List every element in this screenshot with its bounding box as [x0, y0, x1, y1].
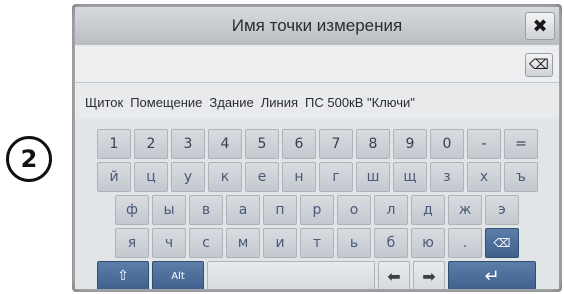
key-letter[interactable]: е — [245, 162, 279, 192]
name-input[interactable] — [81, 53, 519, 77]
key-3[interactable]: 3 — [171, 129, 205, 159]
key-letter[interactable]: ц — [134, 162, 168, 192]
on-screen-keyboard: 1 2 3 4 5 6 7 8 9 0 - = й ц у к е н г ш … — [75, 119, 559, 289]
key-letter[interactable]: щ — [393, 162, 427, 192]
key-letter[interactable]: х — [467, 162, 501, 192]
key-letter[interactable]: ь — [337, 228, 371, 258]
keyboard-row-2: ф ы в а п р о л д ж э — [115, 195, 519, 225]
suggestion-item[interactable]: Линия — [261, 95, 298, 110]
key-letter[interactable]: о — [337, 195, 371, 225]
key-0[interactable]: 0 — [430, 129, 464, 159]
key-8[interactable]: 8 — [356, 129, 390, 159]
key-letter[interactable]: ш — [356, 162, 390, 192]
shift-key[interactable]: ⇧ — [97, 261, 149, 289]
key-1[interactable]: 1 — [97, 129, 131, 159]
clear-input-button[interactable]: ⌫ — [525, 53, 553, 77]
key-letter[interactable]: ъ — [504, 162, 538, 192]
suggestion-item[interactable]: ПС 500кВ "Ключи" — [305, 95, 415, 110]
cursor-right-key[interactable]: ➡ — [413, 261, 445, 289]
key-letter[interactable]: а — [226, 195, 260, 225]
key-letter[interactable]: г — [319, 162, 353, 192]
key-letter[interactable]: и — [263, 228, 297, 258]
key-6[interactable]: 6 — [282, 129, 316, 159]
key-letter[interactable]: с — [189, 228, 223, 258]
key-letter[interactable]: к — [208, 162, 242, 192]
backspace-key[interactable]: ⌫ — [485, 228, 519, 258]
key-letter[interactable]: р — [300, 195, 334, 225]
name-input-row: ⌫ — [75, 47, 559, 83]
alt-key[interactable]: Alt — [152, 261, 204, 289]
enter-icon: ↵ — [484, 265, 500, 287]
device-screen-frame: Имя точки измерения ✖ ⌫ Щиток Помещение … — [72, 4, 562, 292]
dialog-title: Имя точки измерения — [231, 16, 403, 35]
shift-icon: ⇧ — [117, 268, 129, 284]
key-2[interactable]: 2 — [134, 129, 168, 159]
suggestion-item[interactable]: Помещение — [130, 95, 202, 110]
enter-key[interactable]: ↵ — [448, 261, 536, 289]
key-letter[interactable]: ч — [152, 228, 186, 258]
key-letter[interactable]: ы — [152, 195, 186, 225]
key-letter[interactable]: н — [282, 162, 316, 192]
key-letter[interactable]: д — [411, 195, 445, 225]
key-period[interactable]: . — [448, 228, 482, 258]
keyboard-row-3: я ч с м и т ь б ю . ⌫ — [115, 228, 519, 258]
key-7[interactable]: 7 — [319, 129, 353, 159]
arrow-left-icon: ⬅ — [387, 266, 401, 286]
keyboard-row-controls: ⇧ Alt ⬅ ➡ ↵ — [97, 261, 536, 289]
key-letter[interactable]: з — [430, 162, 464, 192]
key-letter[interactable]: п — [263, 195, 297, 225]
key-9[interactable]: 9 — [393, 129, 427, 159]
key-letter[interactable]: й — [97, 162, 131, 192]
keyboard-row-digits: 1 2 3 4 5 6 7 8 9 0 - = — [97, 129, 538, 159]
eraser-icon: ⌫ — [529, 57, 549, 73]
key-4[interactable]: 4 — [208, 129, 242, 159]
dialog: Имя точки измерения ✖ ⌫ Щиток Помещение … — [75, 7, 559, 289]
step-number-badge: 2 — [6, 136, 52, 182]
suggestion-list: Щиток Помещение Здание Линия ПС 500кВ "К… — [85, 91, 553, 113]
close-button[interactable]: ✖ — [525, 12, 555, 40]
key-letter[interactable]: л — [374, 195, 408, 225]
suggestion-item[interactable]: Здание — [209, 95, 253, 110]
key-letter[interactable]: я — [115, 228, 149, 258]
key-letter[interactable]: в — [189, 195, 223, 225]
key-minus[interactable]: - — [467, 129, 501, 159]
space-key[interactable] — [207, 261, 375, 289]
dialog-title-bar: Имя точки измерения ✖ — [75, 7, 559, 45]
key-letter[interactable]: б — [374, 228, 408, 258]
suggestion-item[interactable]: Щиток — [85, 95, 123, 110]
key-letter[interactable]: т — [300, 228, 334, 258]
keyboard-row-1: й ц у к е н г ш щ з х ъ — [97, 162, 538, 192]
key-letter[interactable]: ф — [115, 195, 149, 225]
key-letter[interactable]: ю — [411, 228, 445, 258]
key-letter[interactable]: у — [171, 162, 205, 192]
key-letter[interactable]: м — [226, 228, 260, 258]
key-letter[interactable]: ж — [448, 195, 482, 225]
key-equals[interactable]: = — [504, 129, 538, 159]
cursor-left-key[interactable]: ⬅ — [378, 261, 410, 289]
key-letter[interactable]: э — [485, 195, 519, 225]
key-5[interactable]: 5 — [245, 129, 279, 159]
close-icon: ✖ — [532, 15, 548, 37]
backspace-icon: ⌫ — [493, 236, 511, 250]
arrow-right-icon: ➡ — [422, 266, 436, 286]
